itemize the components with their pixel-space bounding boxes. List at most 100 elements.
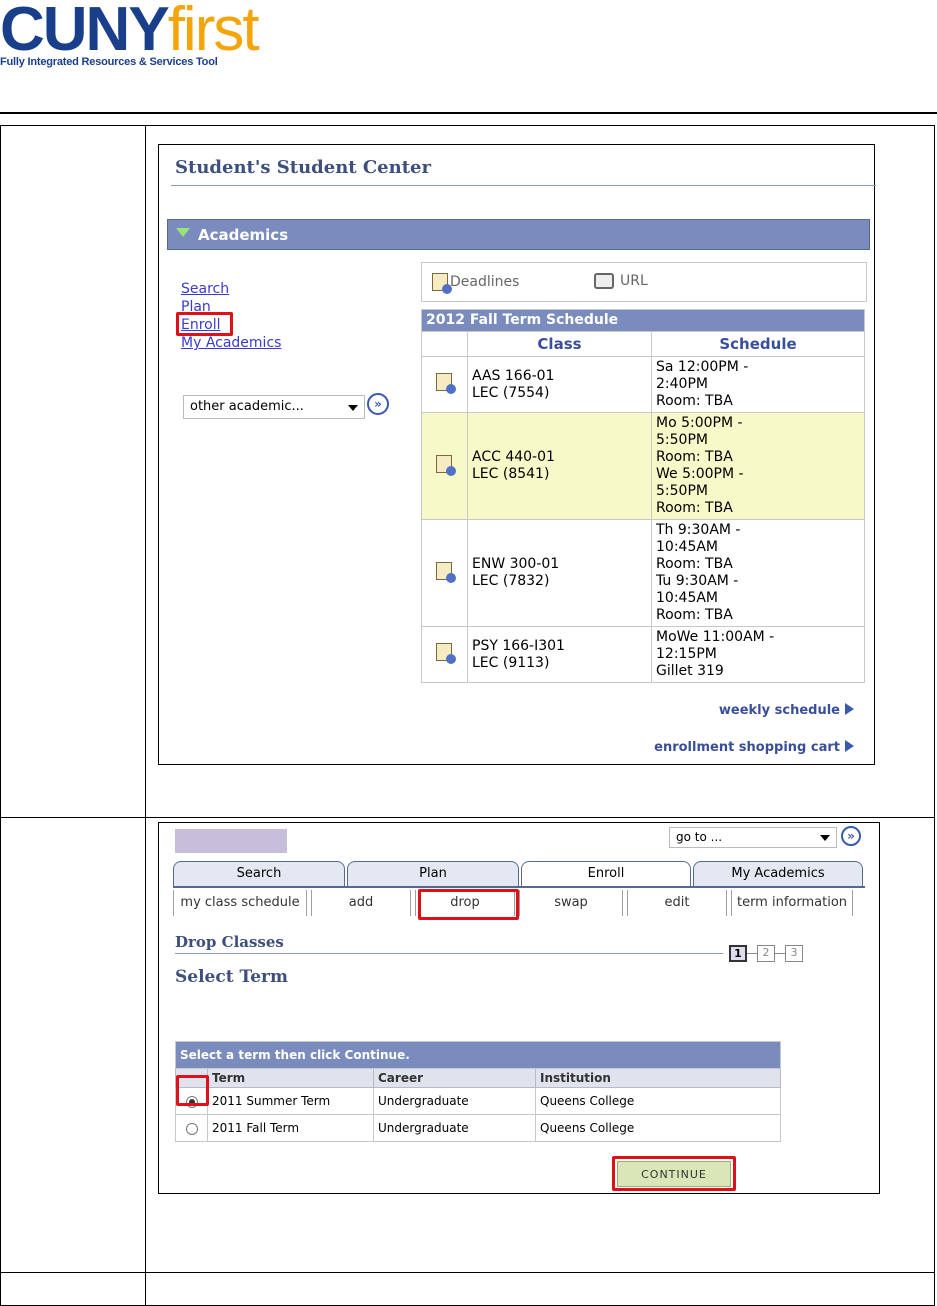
go-arrow-icon[interactable]: » <box>367 393 389 415</box>
link-search[interactable]: Search <box>181 281 229 297</box>
class-cell: ACC 440-01 LEC (8541) <box>467 412 652 520</box>
deadlines-label: Deadlines <box>450 274 520 290</box>
title-divider <box>171 185 876 186</box>
table-row: 2011 Summer Term Undergraduate Queens Co… <box>175 1087 781 1115</box>
schedule-line: Room: TBA <box>656 500 733 516</box>
goto-select[interactable]: go to ... <box>669 827 837 848</box>
career-column-header: Career <box>373 1068 536 1088</box>
tab-enroll[interactable]: Enroll <box>521 861 691 886</box>
career-cell: Undergraduate <box>373 1087 536 1115</box>
header-divider <box>0 112 937 114</box>
class-info-cell[interactable] <box>421 356 468 413</box>
instruction-row-2: go to ... » Search Plan Enroll My Academ… <box>1 818 934 1273</box>
url-link[interactable]: URL <box>594 273 648 289</box>
table-row: PSY 166-I301 LEC (9113) MoWe 11:00AM -12:… <box>421 626 865 683</box>
calendar-info-icon[interactable] <box>435 454 456 476</box>
schedule-line: 10:45AM <box>656 590 719 606</box>
schedule-line: Th 9:30AM - <box>656 522 741 538</box>
schedule-line: 12:15PM <box>656 646 717 662</box>
calendar-info-icon[interactable] <box>435 561 456 583</box>
step-connector <box>775 953 785 954</box>
url-icon <box>594 273 614 289</box>
logo-cuny-text: CUNY <box>0 0 170 64</box>
instruction-row-3 <box>1 1273 934 1305</box>
student-center-screenshot: Student's Student Center Academics Searc… <box>158 144 876 765</box>
other-academic-value: other academic... <box>190 399 304 414</box>
content-cell <box>146 1273 934 1305</box>
cunyfirst-logo: CUNYfirst Fully Integrated Resources & S… <box>0 0 260 68</box>
main-tabs: Search Plan Enroll My Academics <box>173 861 865 886</box>
term-cell: 2011 Fall Term <box>207 1114 374 1142</box>
schedule-line: 5:50PM <box>656 483 708 499</box>
subtab-term-information[interactable]: term information <box>731 890 853 916</box>
logo-first-text: first <box>167 0 260 64</box>
instruction-row-1: Student's Student Center Academics Searc… <box>1 126 934 818</box>
highlight-continue <box>612 1156 736 1191</box>
table-row: AAS 166-01 LEC (7554) Sa 12:00PM -2:40PM R… <box>421 356 865 413</box>
expand-triangle-icon[interactable] <box>176 228 190 237</box>
career-cell: Undergraduate <box>373 1114 536 1142</box>
weekly-schedule-link[interactable]: weekly schedule <box>719 703 854 718</box>
subtab-my-class-schedule[interactable]: my class schedule <box>173 890 307 916</box>
schedule-line: 10:45AM <box>656 539 719 555</box>
instruction-table: Student's Student Center Academics Searc… <box>0 125 935 1306</box>
step-3: 3 <box>785 945 803 962</box>
link-my-academics[interactable]: My Academics <box>181 335 281 351</box>
subtab-add[interactable]: add <box>311 890 411 916</box>
term-column-header: Term <box>207 1068 374 1088</box>
arrow-right-icon <box>845 703 854 715</box>
schedule-line: Room: TBA <box>656 393 733 409</box>
chevron-down-icon <box>820 835 830 841</box>
goto-select-value: go to ... <box>676 830 723 844</box>
weekly-schedule-label: weekly schedule <box>718 703 840 718</box>
class-cell: ENW 300-01 LEC (7832) <box>467 519 652 627</box>
schedule-cell: MoWe 11:00AM -12:15PM Gillet 319 <box>651 626 865 683</box>
class-name: AAS 166-01 <box>472 367 555 384</box>
schedule-title: 2012 Fall Term Schedule <box>421 309 865 332</box>
schedule-cell: Th 9:30AM -10:45AM Room: TBA Tu 9:30AM -10… <box>651 519 865 627</box>
class-section: LEC (8541) <box>472 466 550 482</box>
calendar-info-icon[interactable] <box>435 643 456 664</box>
term-cell: 2011 Summer Term <box>207 1087 374 1115</box>
screenshot-cell: go to ... » Search Plan Enroll My Academ… <box>146 818 934 1272</box>
enrollment-cart-label: enrollment shopping cart <box>654 740 840 755</box>
term-selection-table: Select a term then click Continue. Term … <box>175 1041 781 1142</box>
class-name: ENW 300-01 <box>472 556 560 572</box>
class-section: LEC (7832) <box>472 573 550 589</box>
schedule-column-header: Schedule <box>651 331 865 357</box>
tab-my-academics[interactable]: My Academics <box>693 861 863 886</box>
institution-cell: Queens College <box>535 1087 781 1115</box>
tab-search[interactable]: Search <box>173 861 345 886</box>
tab-plan[interactable]: Plan <box>347 861 519 886</box>
class-info-cell[interactable] <box>421 412 468 520</box>
institution-column-header: Institution <box>535 1068 781 1088</box>
academics-section-bar[interactable]: Academics <box>167 219 870 250</box>
chevron-down-icon <box>348 405 358 411</box>
calendar-info-icon[interactable] <box>435 373 456 394</box>
highlight-radio <box>176 1075 209 1106</box>
deadlines-link[interactable]: Deadlines <box>432 273 520 294</box>
class-cell: AAS 166-01 LEC (7554) <box>467 356 652 413</box>
other-academic-select[interactable]: other academic... <box>183 395 365 419</box>
url-label: URL <box>620 273 648 289</box>
class-section: LEC (7554) <box>472 384 550 401</box>
schedule-cell: Mo 5:00PM -5:50PM Room: TBA We 5:00PM -5:5… <box>651 412 865 520</box>
class-info-cell[interactable] <box>421 519 468 627</box>
tab-divider <box>173 886 865 888</box>
highlight-drop <box>418 889 519 920</box>
enrollment-cart-link[interactable]: enrollment shopping cart <box>654 740 854 755</box>
subtab-edit[interactable]: edit <box>627 890 727 916</box>
step-connector <box>747 953 757 954</box>
schedule-line: Mo 5:00PM - <box>656 415 743 431</box>
term-table-caption: Select a term then click Continue. <box>175 1041 781 1069</box>
class-name: PSY 166-I301 <box>472 637 565 654</box>
term-radio-fall[interactable] <box>185 1122 198 1135</box>
drop-classes-screenshot: go to ... » Search Plan Enroll My Academ… <box>158 822 880 1194</box>
class-info-cell[interactable] <box>421 626 468 683</box>
subtab-swap[interactable]: swap <box>519 890 623 916</box>
schedule-line: 5:50PM <box>656 432 708 448</box>
table-row: 2011 Fall Term Undergraduate Queens Coll… <box>175 1114 781 1142</box>
fall-term-schedule-table: 2012 Fall Term Schedule Class Schedule A… <box>421 309 865 683</box>
screenshot-cell: Student's Student Center Academics Searc… <box>146 126 934 817</box>
go-arrow-icon[interactable]: » <box>841 826 861 846</box>
